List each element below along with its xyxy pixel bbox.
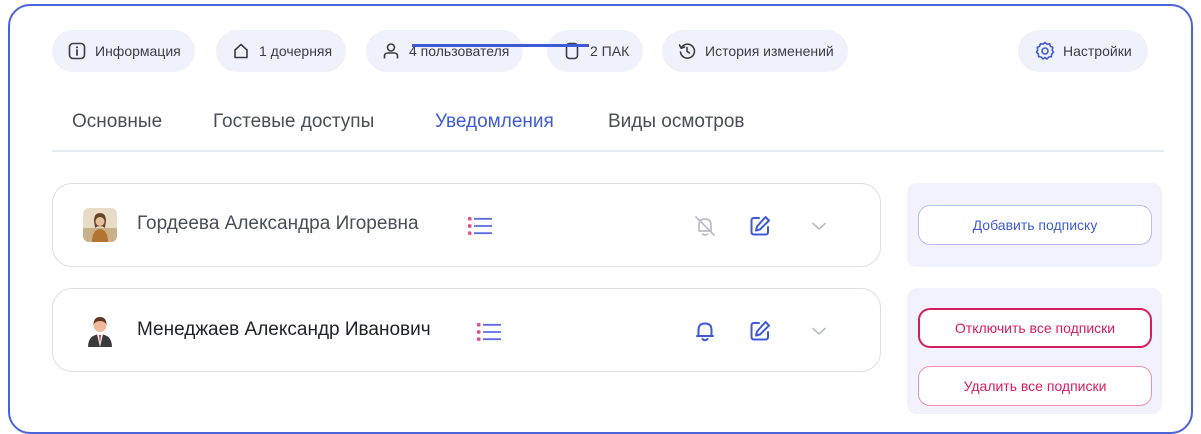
edit-icon[interactable] bbox=[746, 212, 774, 240]
home-icon bbox=[230, 40, 252, 62]
subscriber-card: Гордеева Александра Игоревна bbox=[52, 183, 881, 267]
bulk-actions-panel: Отключить все подписки Удалить все подпи… bbox=[907, 288, 1162, 414]
subscriber-name: Гордеева Александра Игоревна bbox=[137, 213, 419, 234]
bell-off-icon[interactable] bbox=[691, 212, 719, 240]
gear-icon bbox=[1034, 40, 1056, 62]
tab-guest-access[interactable]: Гостевые доступы bbox=[213, 111, 374, 133]
active-tab-indicator bbox=[412, 44, 589, 47]
add-subscription-panel: Добавить подписку bbox=[907, 183, 1162, 267]
history-icon bbox=[676, 40, 698, 62]
info-icon bbox=[66, 40, 88, 62]
tab-inspection-types[interactable]: Виды осмотров bbox=[608, 111, 745, 133]
avatar-man bbox=[83, 313, 117, 347]
chip-history-label: История изменений bbox=[705, 43, 834, 59]
edit-icon[interactable] bbox=[746, 317, 774, 345]
chip-children[interactable]: 1 дочерняя bbox=[216, 30, 347, 72]
delete-all-subscriptions-button[interactable]: Удалить все подписки bbox=[918, 366, 1152, 406]
tab-main[interactable]: Основные bbox=[72, 111, 162, 133]
chip-history[interactable]: История изменений bbox=[662, 30, 848, 72]
subscriber-name: Менеджаев Александр Иванович bbox=[137, 319, 431, 340]
settings-button[interactable]: Настройки bbox=[1018, 30, 1148, 72]
chip-pak-label: 2 ПАК bbox=[590, 43, 630, 59]
list-icon[interactable] bbox=[467, 215, 493, 237]
add-subscription-button[interactable]: Добавить подписку bbox=[918, 205, 1152, 245]
chip-info-label: Информация bbox=[95, 43, 181, 59]
chip-users[interactable]: 4 пользователя bbox=[366, 30, 524, 72]
avatar-woman bbox=[83, 208, 117, 242]
chevron-down-icon[interactable] bbox=[805, 212, 833, 240]
tab-bar: Основные Гостевые доступы Уведомления Ви… bbox=[52, 104, 1164, 152]
user-icon bbox=[380, 40, 402, 62]
subscriber-card: Менеджаев Александр Иванович bbox=[52, 288, 881, 372]
chevron-down-icon[interactable] bbox=[805, 317, 833, 345]
disable-all-subscriptions-button[interactable]: Отключить все подписки bbox=[918, 308, 1152, 348]
chip-info[interactable]: Информация bbox=[52, 30, 195, 72]
tab-notifications[interactable]: Уведомления bbox=[435, 111, 554, 133]
chip-children-label: 1 дочерняя bbox=[259, 43, 333, 59]
list-icon[interactable] bbox=[476, 321, 502, 343]
settings-label: Настройки bbox=[1063, 43, 1132, 59]
bell-icon[interactable] bbox=[691, 317, 719, 345]
chip-pak[interactable]: 2 ПАК bbox=[547, 30, 644, 72]
